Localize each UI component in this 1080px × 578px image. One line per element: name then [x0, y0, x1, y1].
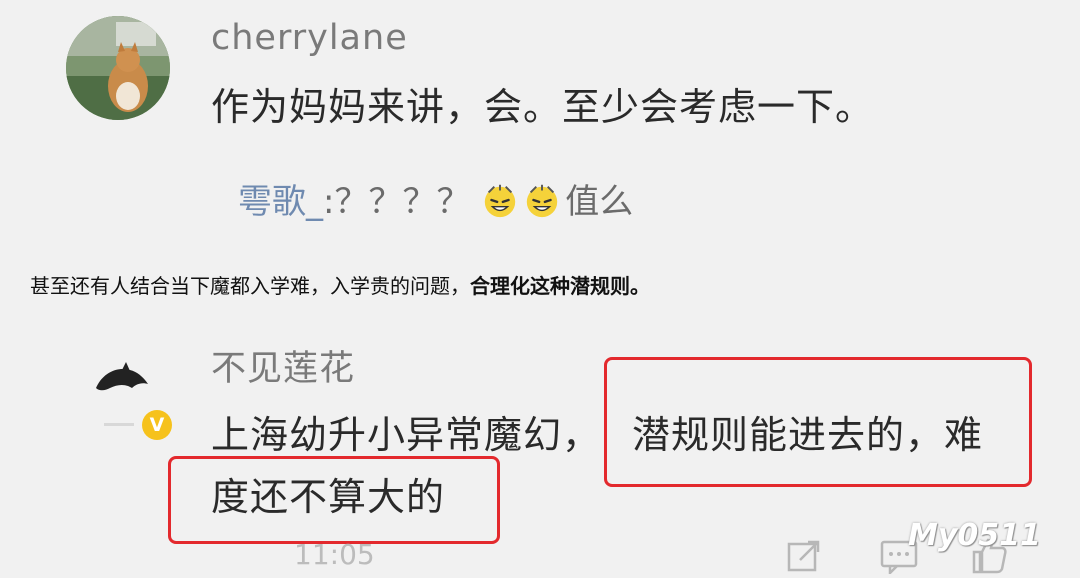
user-avatar[interactable] — [66, 16, 170, 120]
caption-bold: 合理化这种潜规则。 — [470, 274, 650, 298]
caption-normal: 甚至还有人结合当下魔都入学难，入学贵的问题， — [30, 274, 470, 298]
grin-emoji-icon — [527, 184, 558, 218]
dolphin-avatar-icon — [96, 362, 148, 391]
share-icon[interactable] — [786, 538, 822, 578]
comment-timestamp: 11:05 — [294, 538, 375, 571]
comment-text: 作为妈妈来讲，会。至少会考虑一下。 — [211, 85, 875, 129]
divider — [104, 423, 134, 426]
article-caption: 甚至还有人结合当下魔都入学难，入学贵的问题，合理化这种潜规则。 — [30, 270, 650, 299]
avatar-image — [66, 16, 170, 120]
comment-username[interactable]: cherrylane — [211, 18, 408, 58]
comment-text-part1: 上海幼升小异常魔幻， — [211, 413, 602, 457]
highlight-box — [604, 357, 1032, 487]
reply-suffix: 值么 — [565, 182, 634, 222]
reply-line: 雩歌_:？？？？ 值么 — [238, 174, 633, 223]
user-avatar[interactable] — [92, 360, 152, 400]
verified-badge: V — [142, 410, 172, 440]
highlight-box — [168, 456, 500, 544]
reply-text: :？？？？ — [323, 182, 471, 222]
grin-emoji-icon — [485, 184, 516, 218]
site-watermark: My0511 — [908, 518, 1041, 553]
comment-username[interactable]: 不见莲花 — [211, 340, 355, 391]
reply-username[interactable]: 雩歌_ — [238, 182, 323, 222]
